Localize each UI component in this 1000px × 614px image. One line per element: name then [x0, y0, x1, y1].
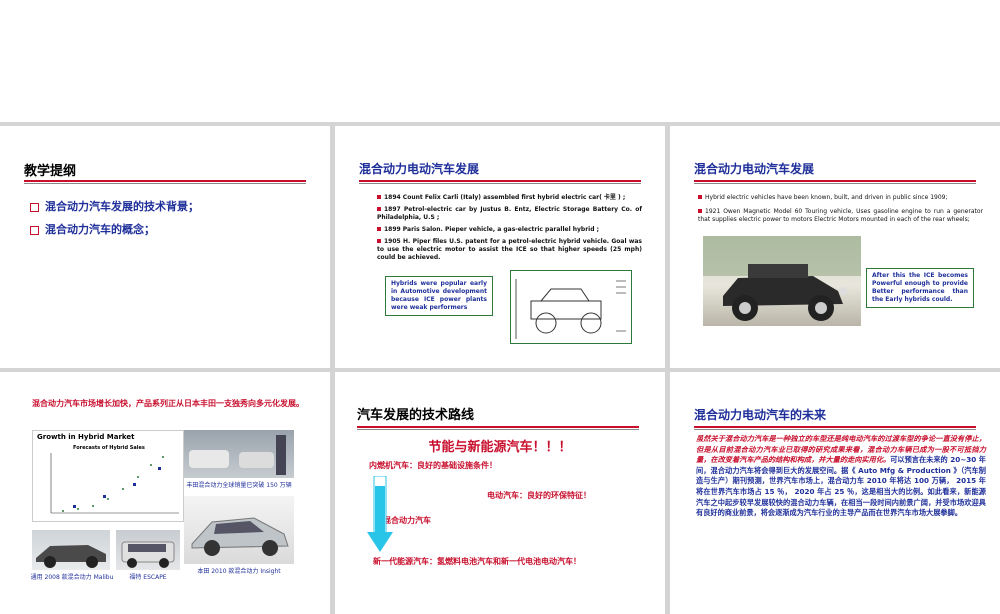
headline: 节能与新能源汽车！！！: [428, 440, 572, 455]
slide-teaching-outline[interactable]: 教学提纲 混合动力汽车发展的技术背景； 混合动力汽车的概念；: [0, 126, 330, 368]
slide-tech-roadmap[interactable]: 汽车发展的技术路线 节能与新能源汽车！！！ 内燃机汽车：良好的基础设施条件！ 电…: [335, 372, 665, 614]
slide-title: 混合动力电动汽车发展: [359, 162, 480, 176]
slide-title: 教学提纲: [24, 164, 77, 179]
title-rule-thin: [694, 183, 976, 184]
roadmap-line: 新一代能源汽车：氢燃料电池汽车和新一代电池电动汽车！: [373, 557, 581, 566]
slide-title: 混合动力电动汽车的未来: [694, 408, 827, 422]
photo-caption: 福特 ESCAPE: [129, 574, 167, 581]
history-bullet: 1897 Petrol-electric car by Justus B. En…: [377, 206, 642, 221]
title-rule: [24, 180, 306, 182]
slide-market-growth[interactable]: 混合动力汽车市场增长加快，产品系列正从日本丰田一支独秀向多元化发展。 Growt…: [0, 372, 330, 614]
outline-item: 混合动力汽车的概念；: [30, 221, 155, 237]
patent-drawing-image: [510, 270, 632, 344]
outline-item: 混合动力汽车发展的技术背景；: [30, 198, 199, 214]
title-rule: [694, 426, 976, 428]
title-rule: [357, 426, 639, 428]
title-rule-thin: [24, 183, 306, 184]
title-rule: [359, 180, 641, 182]
slide-hybrid-history-2[interactable]: 混合动力电动汽车发展 Hybrid electric vehicles have…: [670, 126, 1000, 368]
vintage-car-photo: [703, 236, 861, 326]
roadmap-line: 电动汽车：良好的环保特征！: [487, 491, 591, 500]
slide-title: 混合动力电动汽车发展: [694, 162, 815, 176]
title-rule-thin: [359, 183, 641, 184]
slide-title: 汽车发展的技术路线: [357, 408, 475, 423]
honda-insight-photo: [184, 496, 294, 564]
checkbox-icon: [30, 225, 39, 235]
showroom-photo: [184, 430, 294, 478]
slide-hybrid-history-1[interactable]: 混合动力电动汽车发展 1894 Count Felix Carli (Italy…: [335, 126, 665, 368]
checkbox-icon: [30, 202, 39, 212]
title-rule: [694, 180, 976, 182]
ford-escape-photo: [116, 530, 180, 570]
roadmap-line: 内燃机汽车：良好的基础设施条件！: [369, 461, 497, 470]
history-bullet: 1894 Count Felix Carli (Italy) assembled…: [377, 194, 642, 202]
future-paragraph: 虽然关于混合动力汽车是一种独立的车型还是纯电动汽车的过渡车型的争论一直没有停止，…: [696, 434, 986, 519]
top-blank-area: [0, 0, 1000, 122]
photo-caption: 丰田混合动力全球销量已突破 150 万辆: [186, 482, 292, 489]
note-box: After this the ICE becomes Powerful enou…: [866, 268, 974, 308]
note-box: Hybrids were popular early in Automotive…: [385, 276, 493, 316]
title-rule-thin: [357, 429, 639, 430]
malibu-photo: [32, 530, 110, 570]
slide-hybrid-future[interactable]: 混合动力电动汽车的未来 虽然关于混合动力汽车是一种独立的车型还是纯电动汽车的过渡…: [670, 372, 1000, 614]
history-bullet: Hybrid electric vehicles have been known…: [698, 194, 983, 202]
down-arrow-icon: [367, 476, 393, 552]
paragraph-navy-part: 可以预言在未来的 20~30 年间，混合动力汽车将会得到巨大的发展空间。据《 A…: [696, 455, 986, 518]
hybrid-market-chart-image: Growth in Hybrid Market Forecasts of Hyb…: [32, 430, 184, 522]
title-rule-thin: [694, 429, 976, 430]
history-bullet: 1899 Paris Salon. Pieper vehicle, a gas-…: [377, 226, 642, 234]
history-bullet: 1905 H. Piper files U.S. patent for a pe…: [377, 238, 642, 261]
photo-caption: 通用 2008 款混合动力 Malibu: [30, 574, 114, 581]
photo-caption: 本田 2010 款混合动力 Insight: [197, 568, 281, 575]
market-heading: 混合动力汽车市场增长加快，产品系列正从日本丰田一支独秀向多元化发展。: [32, 399, 304, 408]
history-bullet: 1921 Owen Magnetic Model 60 Touring vehi…: [698, 208, 983, 223]
